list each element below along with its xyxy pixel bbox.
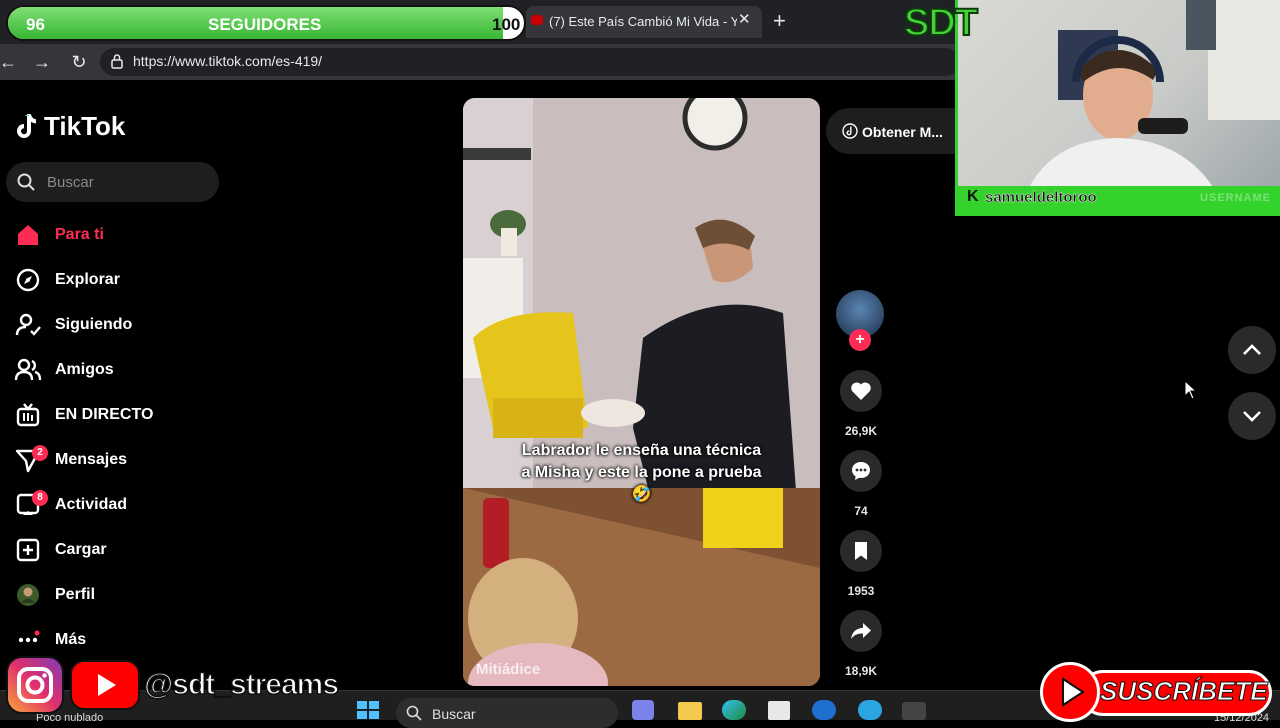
file-explorer-icon[interactable] <box>678 702 702 720</box>
sidebar-item-label: Explorar <box>55 271 120 288</box>
sidebar-item-label: Amigos <box>55 361 114 378</box>
mouse-cursor-icon <box>1184 380 1198 400</box>
sidebar-item-label: Más <box>55 631 87 648</box>
sidebar-item-label: Cargar <box>55 541 107 558</box>
get-app-label: Obtener M... <box>862 124 943 140</box>
share-count: 18,9K <box>844 664 878 678</box>
tiktok-note-icon <box>17 114 36 138</box>
forward-icon[interactable]: → <box>30 50 54 74</box>
address-bar-url: https://www.tiktok.com/es-419/ <box>133 53 323 69</box>
social-handle: @sdt_streams <box>143 667 340 702</box>
play-triangle-icon <box>1062 677 1085 707</box>
new-tab-icon[interactable]: + <box>773 8 786 34</box>
goal-label: SEGUIDORES <box>208 15 322 34</box>
sidebar-item-mas[interactable]: Más <box>10 620 240 660</box>
upload-icon <box>16 538 40 562</box>
more-icon <box>18 630 40 643</box>
store-icon[interactable] <box>768 701 790 720</box>
goal-current-count: 96 <box>26 15 45 34</box>
sidebar-item-en-directo[interactable]: EN DIRECTO <box>10 395 240 435</box>
share-button[interactable] <box>840 610 882 652</box>
sidebar-item-siguiendo[interactable]: Siguiendo <box>10 305 240 345</box>
webcam-username: samueldeltoroo <box>985 189 1097 206</box>
like-button[interactable] <box>840 370 882 412</box>
live-icon <box>16 403 40 427</box>
reload-icon[interactable]: ↻ <box>67 50 91 74</box>
save-button[interactable] <box>840 530 882 572</box>
follower-goal-bar: 96 SEGUIDORES 100 <box>6 5 526 41</box>
tiktok-logo[interactable]: TikTok <box>14 108 125 144</box>
sidebar-item-label: Actividad <box>55 496 128 513</box>
like-count: 26,9K <box>844 424 878 438</box>
sidebar-item-actividad[interactable]: Actividad 8 <box>10 485 240 525</box>
next-video-button[interactable] <box>1228 392 1276 440</box>
comment-button[interactable] <box>840 450 882 492</box>
sidebar-item-label: Perfil <box>55 586 96 603</box>
instagram-icon <box>6 656 64 714</box>
sidebar-item-amigos[interactable]: Amigos <box>10 350 240 390</box>
instagram-glyph-icon <box>17 667 53 703</box>
sidebar-item-cargar[interactable]: Cargar <box>10 530 240 570</box>
sidebar-item-label: Mensajes <box>55 451 128 468</box>
download-app-icon <box>842 123 858 139</box>
comment-count: 74 <box>854 504 868 518</box>
close-tab-icon[interactable]: ✕ <box>738 10 751 28</box>
sidebar-item-explorar[interactable]: Explorar <box>10 260 240 300</box>
comment-icon <box>852 462 870 480</box>
windows-start-icon[interactable] <box>356 700 380 720</box>
friends-icon <box>14 358 42 381</box>
app-icon-2[interactable] <box>902 702 926 720</box>
sdt-logo: SDT <box>903 1 979 45</box>
video-player[interactable] <box>463 98 820 686</box>
hp-icon[interactable] <box>812 700 836 720</box>
video-watermark: Mitiádice <box>476 661 541 678</box>
video-caption: Labrador le enseña una técnica a Misha y… <box>521 442 762 503</box>
webcam-ghost-label: USERNAME <box>1200 192 1271 204</box>
chevron-down-icon <box>1243 411 1261 422</box>
sidebar-item-perfil[interactable]: Perfil <box>10 575 240 615</box>
subscribe-label: SUSCRÍBETE <box>1100 676 1269 707</box>
video-frame <box>463 98 820 686</box>
back-icon[interactable]: ← <box>0 50 20 74</box>
notification-badge: 2 <box>32 445 48 461</box>
following-icon <box>15 313 41 336</box>
sidebar-item-label: Siguiendo <box>55 316 133 333</box>
search-placeholder: Buscar <box>47 174 94 191</box>
heart-icon <box>851 382 871 400</box>
search-icon <box>17 173 35 191</box>
browser-tab-title: (7) Este País Cambió Mi Vida - You <box>549 14 737 29</box>
home-icon <box>18 225 38 245</box>
compass-icon <box>16 268 40 292</box>
webcam-overlay <box>955 0 1280 216</box>
taskbar-search-icon <box>406 705 422 721</box>
edge-icon[interactable] <box>722 700 746 720</box>
teams-icon[interactable] <box>632 700 654 720</box>
sidebar-item-label: Para ti <box>55 226 104 243</box>
notification-badge: 8 <box>32 490 48 506</box>
app-icon[interactable] <box>858 700 882 720</box>
bookmark-icon <box>855 542 867 560</box>
save-count: 1953 <box>847 584 875 598</box>
tiktok-search-input[interactable] <box>6 162 219 202</box>
share-icon <box>851 623 871 639</box>
goal-target-count: 100 <box>492 15 521 34</box>
kick-logo-icon: K <box>967 188 979 205</box>
previous-video-button[interactable] <box>1228 326 1276 374</box>
webcam-feed <box>1018 0 1280 213</box>
tiktok-logo-text: TikTok <box>44 110 126 141</box>
subscribe-play-icon <box>1040 662 1100 722</box>
taskbar-search[interactable] <box>396 698 618 728</box>
site-info-icon[interactable] <box>110 53 124 69</box>
youtube-icon <box>70 660 140 710</box>
youtube-play-icon <box>98 674 116 696</box>
profile-avatar <box>17 584 39 606</box>
youtube-favicon-icon <box>531 15 543 25</box>
chevron-up-icon <box>1243 344 1261 355</box>
sidebar-item-label: EN DIRECTO <box>55 406 154 423</box>
sidebar-item-para-ti[interactable]: Para ti <box>10 215 240 255</box>
follow-button[interactable]: + <box>849 329 871 351</box>
sidebar-item-mensajes[interactable]: Mensajes 2 <box>10 440 240 480</box>
